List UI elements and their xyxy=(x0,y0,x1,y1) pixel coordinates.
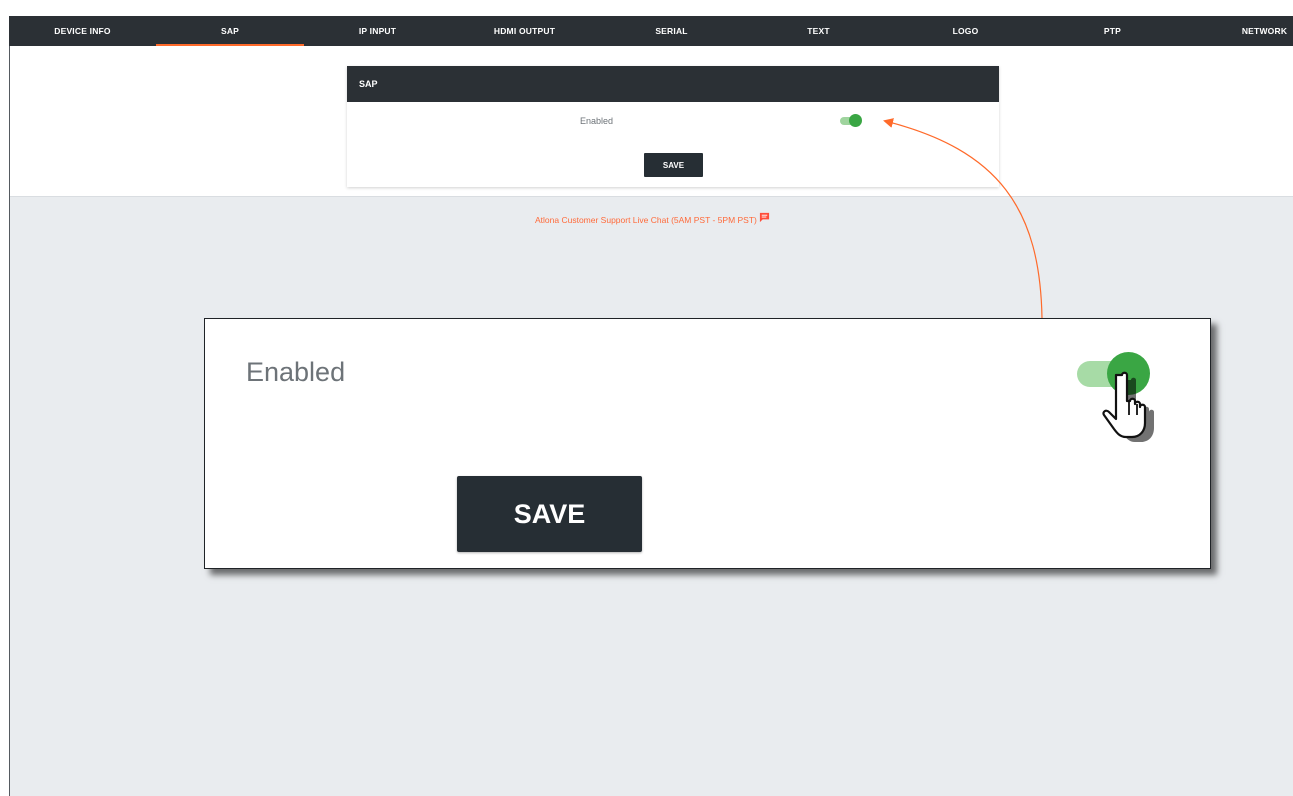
support-chat-link[interactable]: Atlona Customer Support Live Chat (5AM P… xyxy=(535,212,770,225)
enabled-label-zoomed: Enabled xyxy=(246,357,346,387)
chat-bubble-icon xyxy=(759,212,769,223)
tab-sap[interactable]: SAP xyxy=(156,16,304,46)
toggle-knob xyxy=(849,114,862,127)
save-button[interactable]: SAVE xyxy=(644,153,703,177)
enabled-toggle[interactable] xyxy=(840,114,862,128)
sap-card-title: SAP xyxy=(347,66,999,102)
tab-serial[interactable]: SERIAL xyxy=(598,16,745,46)
tab-device-info[interactable]: DEVICE INFO xyxy=(9,16,156,46)
tab-text[interactable]: TEXT xyxy=(745,16,892,46)
top-navigation: DEVICE INFO SAP IP INPUT HDMI OUTPUT SER… xyxy=(9,16,1293,46)
tab-logo[interactable]: LOGO xyxy=(892,16,1039,46)
zoom-callout-panel: Enabled SAVE xyxy=(204,318,1211,569)
support-chat-text: Atlona Customer Support Live Chat (5AM P… xyxy=(535,214,757,225)
enabled-label: Enabled xyxy=(580,116,614,126)
tab-hdmi-output[interactable]: HDMI OUTPUT xyxy=(451,16,598,46)
tab-ptp[interactable]: PTP xyxy=(1039,16,1186,46)
sap-card: SAP Enabled SAVE xyxy=(347,66,999,187)
tab-network[interactable]: NETWORK xyxy=(1236,16,1293,46)
hand-pointer-icon xyxy=(1102,371,1154,442)
tab-ip-input[interactable]: IP INPUT xyxy=(304,16,451,46)
page-left-border xyxy=(9,46,10,796)
save-button-zoomed[interactable]: SAVE xyxy=(457,476,642,552)
